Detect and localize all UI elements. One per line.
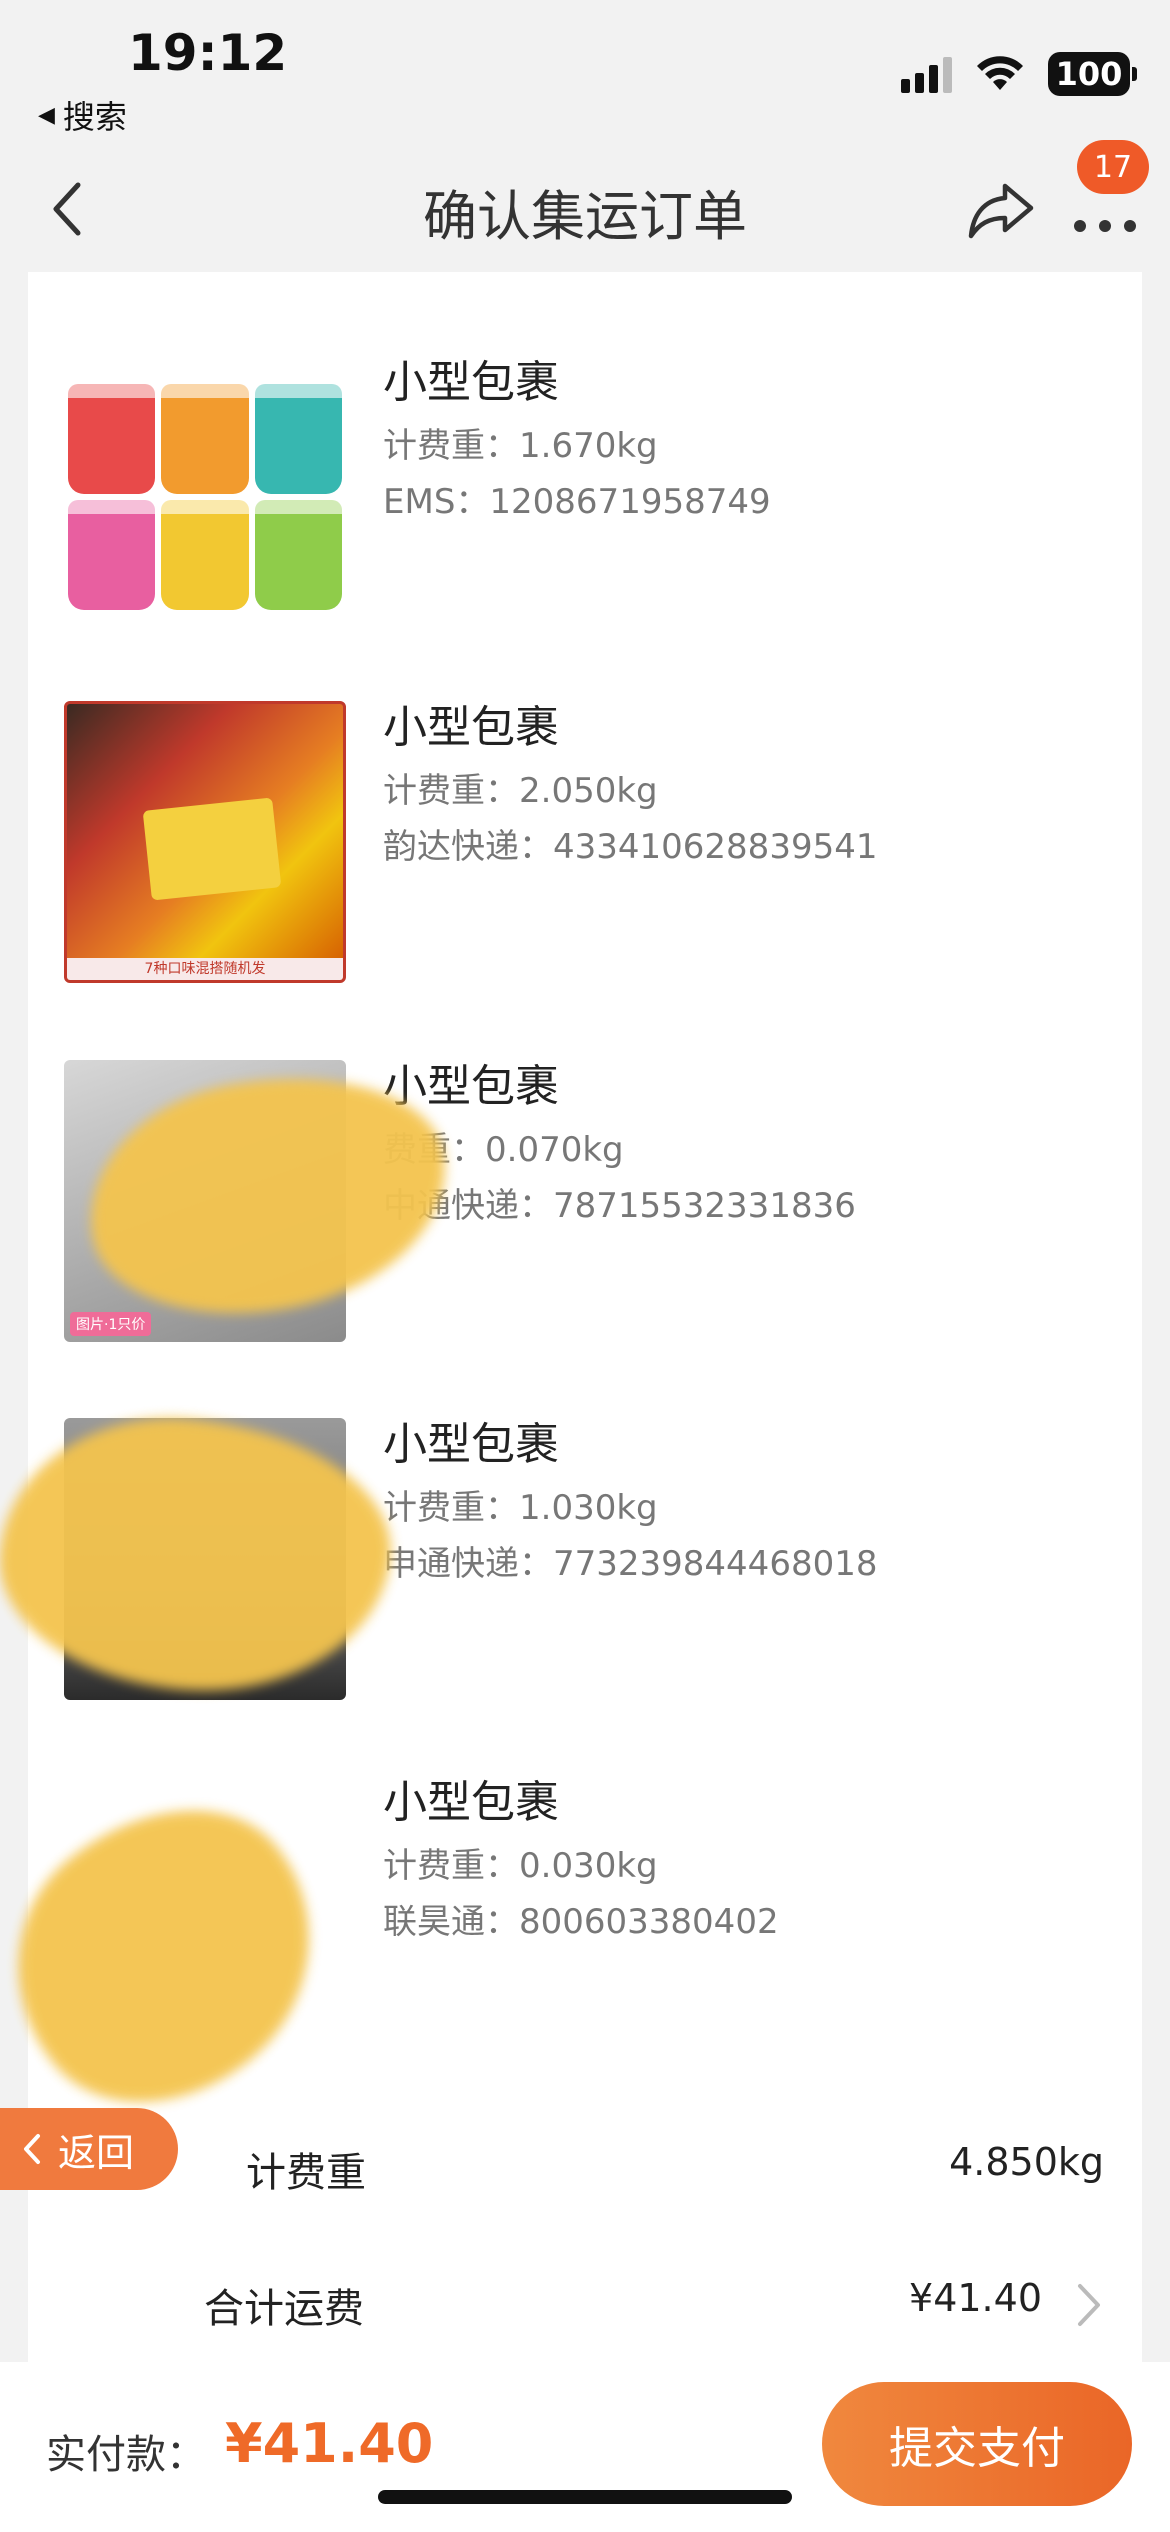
package-tracking: 中通快递：78715532331836 [383, 1186, 856, 1226]
nav-bar: 确认集运订单 [0, 150, 1170, 272]
submit-payment-button[interactable]: 提交支付 [822, 2382, 1132, 2506]
package-item[interactable]: 7种口味混搭随机发 小型包裹 计费重：2.050kg 韵达快递：43341062… [28, 701, 1142, 1001]
package-tracking: EMS：1208671958749 [383, 482, 771, 522]
package-weight: 计费重：0.030kg [383, 1846, 658, 1886]
battery-icon: 100 [1048, 52, 1137, 96]
package-thumbnail: 7种口味混搭随机发 [64, 701, 346, 983]
pay-amount: ¥41.40 [225, 2412, 434, 2475]
package-tracking: 申通快递：773239844468018 [383, 1544, 878, 1584]
snack-pack-shape [142, 797, 282, 901]
status-bar: 19:12 ◀ 搜索 100 [0, 0, 1170, 150]
status-icons: 100 [901, 52, 1137, 96]
package-thumbnail [64, 356, 346, 638]
total-weight-label: 计费重 [246, 2150, 366, 2196]
package-weight: 计费重：1.670kg [383, 426, 658, 466]
status-time: 19:12 [128, 24, 288, 82]
back-triangle-icon: ◀ [38, 102, 55, 128]
package-weight: 计费重：2.050kg [383, 771, 658, 811]
wifi-icon [977, 56, 1023, 90]
home-indicator[interactable] [378, 2490, 792, 2504]
package-item[interactable]: 小型包裹 计费重：1.670kg EMS：1208671958749 [28, 356, 1142, 656]
share-button[interactable] [965, 176, 1037, 242]
chevron-left-icon [24, 2134, 40, 2164]
notification-badge: 17 [1077, 140, 1149, 194]
back-to-app-link[interactable]: ◀ 搜索 [38, 92, 127, 138]
floating-back-label: 返回 [58, 2130, 135, 2175]
package-weight: 计费重：1.030kg [383, 1488, 658, 1528]
total-freight-value: ¥41.40 [909, 2276, 1042, 2320]
share-icon [968, 183, 1034, 239]
total-freight-row[interactable]: 合计运费 ¥41.40 [28, 2260, 1142, 2350]
total-freight-label: 合计运费 [204, 2286, 364, 2332]
package-title: 小型包裹 [383, 1061, 559, 1112]
total-weight-row: 计费重 4.850kg [28, 2124, 1142, 2214]
package-title: 小型包裹 [383, 1777, 559, 1828]
chevron-right-icon [1078, 2284, 1100, 2326]
thumbnail-caption: 图片·1只价 [70, 1312, 152, 1336]
floating-back-button[interactable]: 返回 [0, 2108, 178, 2190]
back-app-label: 搜索 [62, 98, 127, 136]
package-title: 小型包裹 [383, 1419, 559, 1470]
package-tracking: 联昊通：800603380402 [383, 1902, 779, 1942]
thumbnail-caption: 7种口味混搭随机发 [67, 958, 343, 980]
package-title: 小型包裹 [383, 357, 559, 408]
bottom-bar: 实付款： ¥41.40 提交支付 [0, 2362, 1170, 2532]
package-tracking: 韵达快递：433410628839541 [383, 827, 878, 867]
cellular-signal-icon [901, 55, 952, 93]
pay-label: 实付款： [46, 2432, 206, 2478]
total-weight-value: 4.850kg [949, 2140, 1104, 2184]
package-title: 小型包裹 [383, 702, 559, 753]
